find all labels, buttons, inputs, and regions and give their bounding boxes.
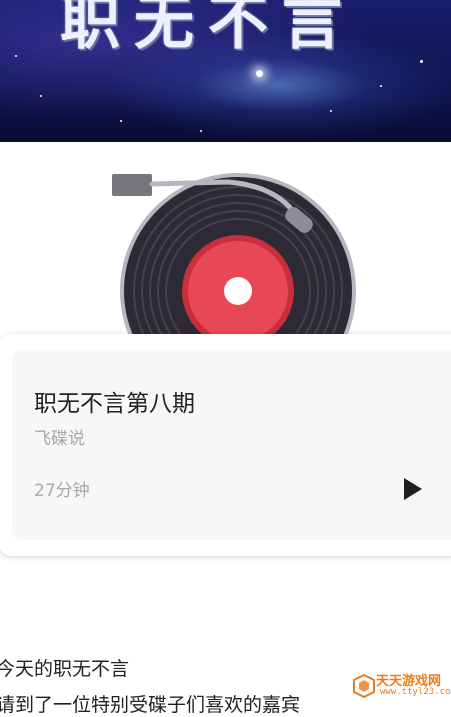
description-line-1: 今天的职无不言 — [0, 658, 130, 680]
play-button[interactable] — [398, 474, 428, 504]
episode-card[interactable]: 职无不言第八期 飞碟说 27分钟 — [0, 334, 451, 556]
episode-title: 职无不言第八期 — [34, 391, 195, 417]
play-icon — [404, 478, 422, 500]
watermark: 天天游戏网 www.ttyl23.com — [350, 668, 451, 706]
header-banner: 职无不言 — [0, 0, 451, 142]
description-line-2: 请到了一位特别受碟子们喜欢的嘉宾 — [0, 694, 301, 716]
episode-card-inner: 职无不言第八期 飞碟说 27分钟 — [12, 350, 451, 540]
watermark-url: www.ttyl23.com — [380, 687, 451, 697]
vinyl-record-icon — [108, 168, 358, 338]
episode-author: 飞碟说 — [34, 429, 85, 449]
watermark-logo-icon — [353, 674, 375, 698]
episode-duration: 27分钟 — [34, 481, 90, 501]
banner-title: 职无不言 — [60, 0, 356, 58]
